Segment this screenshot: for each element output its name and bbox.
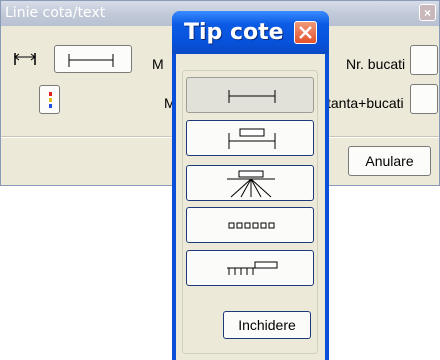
comb-dimension-button[interactable] (186, 250, 314, 286)
linear-dimension-icon (228, 90, 276, 103)
dialog-title: Tip cote (184, 20, 284, 45)
color-dots-icon (49, 92, 52, 108)
close-icon: × (423, 6, 431, 20)
background-close-button[interactable]: × (419, 4, 436, 21)
distanta-bucati-label: stanta+bucati (320, 95, 404, 111)
comb-with-text-icon (227, 261, 278, 275)
tip-cote-dialog: Tip cote Inchidere (172, 11, 329, 360)
nr-bucati-button[interactable] (410, 45, 438, 75)
cancel-button[interactable]: Anulare (348, 146, 431, 176)
nr-bucati-label: Nr. bucati (346, 56, 406, 72)
inchidere-label: Inchidere (238, 317, 296, 333)
inchidere-button[interactable]: Inchidere (223, 311, 311, 339)
linear-dimension-icon (68, 54, 114, 67)
dimension-arrows-icon (14, 53, 36, 65)
pieces-dimension-button[interactable] (186, 207, 314, 243)
dimension-with-text-box-icon (228, 128, 276, 149)
radial-dimension-button[interactable] (186, 165, 314, 201)
dialog-close-button[interactable] (294, 21, 317, 44)
dialog-body: Inchidere (176, 54, 325, 360)
dimension-with-text-box-button[interactable] (186, 120, 314, 156)
linear-dimension-button[interactable] (186, 77, 314, 113)
close-icon (299, 26, 312, 39)
dialog-titlebar[interactable]: Tip cote (172, 11, 329, 54)
dotted-pieces-icon (228, 222, 275, 229)
cancel-label: Anulare (365, 153, 414, 169)
radial-dimension-with-text-icon (227, 170, 275, 198)
distanta-bucati-button[interactable] (410, 84, 438, 114)
partial-label-1: M (152, 56, 164, 72)
color-button[interactable] (39, 85, 60, 114)
background-title: Linie cota/text (5, 5, 106, 21)
dimension-type-button[interactable] (54, 45, 132, 73)
